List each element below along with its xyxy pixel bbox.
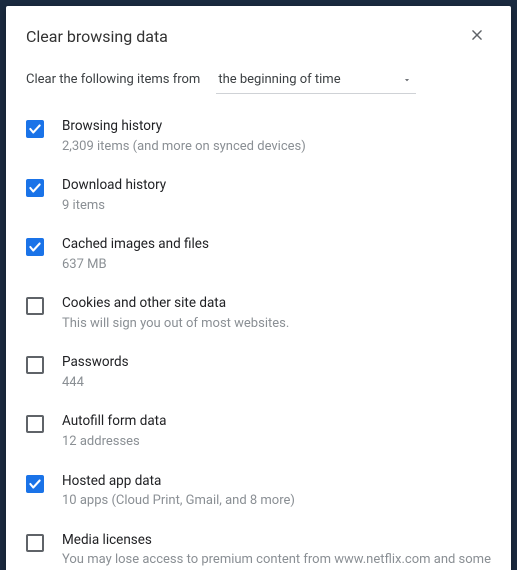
option-subtitle: 10 apps (Cloud Print, Gmail, and 8 more) [62,492,491,510]
option-title: Cached images and files [62,236,491,254]
option-checkbox[interactable] [26,238,44,256]
option-row: Browsing history 2,309 items (and more on… [26,108,491,167]
option-title: Passwords [62,354,491,372]
option-row: Download history 9 items [26,167,491,226]
option-row: Media licensesYou may lose access to pre… [26,522,491,570]
option-text: Cached images and files 637 MB [62,236,491,273]
option-title: Hosted app data [62,473,491,491]
dialog-header: Clear browsing data [6,6,511,58]
option-text: Media licensesYou may lose access to pre… [62,532,491,570]
option-row: Autofill form data 12 addresses [26,403,491,462]
option-row: Hosted app data10 apps (Cloud Print, Gma… [26,463,491,522]
option-title: Media licenses [62,532,491,550]
option-row: Cookies and other site data This will sig… [26,285,491,344]
dialog-title: Clear browsing data [26,27,463,46]
option-subtitle: 2,309 items (and more on synced devices) [62,138,491,156]
option-row: Cached images and files 637 MB [26,226,491,285]
option-checkbox[interactable] [26,356,44,374]
option-subtitle: 12 addresses [62,433,491,451]
option-title: Browsing history [62,118,491,136]
option-title: Cookies and other site data [62,295,491,313]
option-subtitle: 9 items [62,197,491,215]
time-range-row: Clear the following items from the begin… [6,58,511,100]
option-text: Passwords 444 [62,354,491,391]
option-subtitle: You may lose access to premium content f… [62,551,491,570]
close-button[interactable] [463,22,491,50]
option-text: Hosted app data10 apps (Cloud Print, Gma… [62,473,491,510]
clear-browsing-data-dialog: Clear browsing data Clear the following … [6,6,511,570]
intro-label: Clear the following items from [26,72,200,87]
option-checkbox[interactable] [26,297,44,315]
option-title: Autofill form data [62,413,491,431]
option-subtitle: 444 [62,374,491,392]
option-subtitle: This will sign you out of most websites. [62,315,491,333]
option-title: Download history [62,177,491,195]
dialog-backdrop: Clear browsing data Clear the following … [0,0,517,570]
time-range-select[interactable]: the beginning of time [216,68,416,94]
option-checkbox[interactable] [26,534,44,552]
option-row: Passwords 444 [26,344,491,403]
option-text: Browsing history 2,309 items (and more on… [62,118,491,155]
close-icon [470,27,484,46]
option-text: Autofill form data 12 addresses [62,413,491,450]
option-checkbox[interactable] [26,120,44,138]
time-range-value: the beginning of time [216,68,416,94]
option-checkbox[interactable] [26,475,44,493]
option-subtitle: 637 MB [62,256,491,274]
option-checkbox[interactable] [26,179,44,197]
options-list: Browsing history 2,309 items (and more on… [6,100,511,570]
option-text: Cookies and other site data This will sig… [62,295,491,332]
option-text: Download history 9 items [62,177,491,214]
option-checkbox[interactable] [26,415,44,433]
